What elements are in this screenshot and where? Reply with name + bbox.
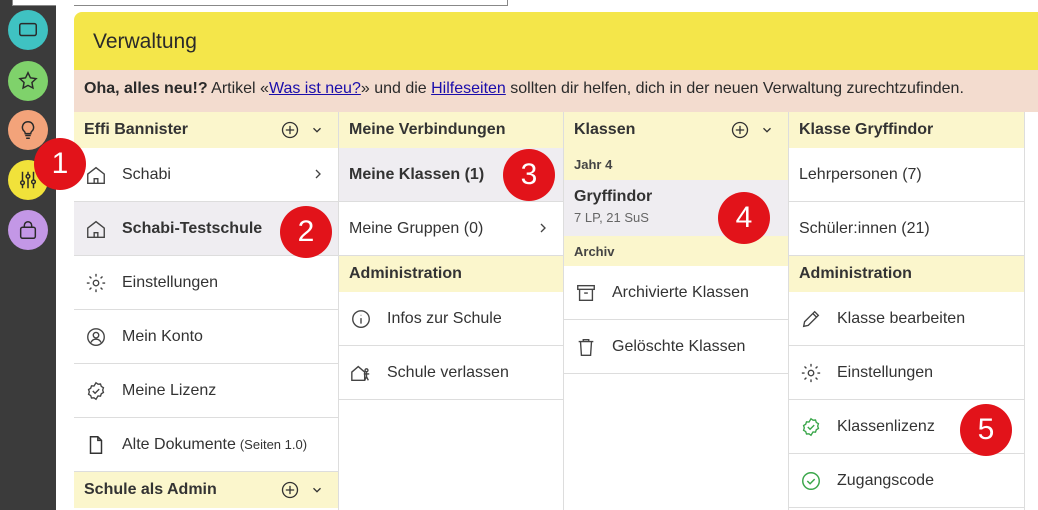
user-name: Effi Bannister xyxy=(84,121,189,138)
old-documents-label: Alte Dokumente xyxy=(122,435,236,453)
top-input-strip[interactable] xyxy=(12,0,508,6)
gap-strip xyxy=(56,0,74,510)
classes-header: Klassen xyxy=(564,112,788,148)
chevron-down-icon[interactable] xyxy=(760,123,774,137)
chevron-down-icon[interactable] xyxy=(310,483,324,497)
class-detail-header: Klasse Gryffindor xyxy=(789,112,1024,148)
my-account-label: Mein Konto xyxy=(122,327,203,345)
class-settings-label: Einstellungen xyxy=(837,363,934,381)
access-code-item[interactable]: Zugangscode xyxy=(789,454,1024,508)
leave-school-label: Schule verlassen xyxy=(387,363,509,381)
edit-class-item[interactable]: Klasse bearbeiten xyxy=(789,292,1024,346)
check-circle-icon xyxy=(802,471,820,490)
deleted-classes-item[interactable]: Gelöschte Klassen xyxy=(564,320,788,374)
chevron-right-icon xyxy=(315,169,321,179)
my-classes-label: Meine Klassen (1) xyxy=(349,165,485,183)
class-admin-title: Administration xyxy=(799,265,912,282)
school-item-label: Schabi-Testschule xyxy=(122,219,263,237)
badge-check-icon xyxy=(802,417,820,436)
notice-text-1: Artikel « xyxy=(207,80,269,97)
monitor-icon xyxy=(19,22,37,37)
plus-circle-icon[interactable] xyxy=(280,120,300,140)
archive-icon xyxy=(577,284,595,301)
edit-class-label: Klasse bearbeiten xyxy=(837,309,966,327)
school-info-label: Infos zur Schule xyxy=(387,309,502,327)
teachers-label: Lehrpersonen (7) xyxy=(799,165,922,183)
connections-title: Meine Verbindungen xyxy=(349,121,506,138)
connections-admin-title: Administration xyxy=(349,265,462,282)
old-documents-suffix: (Seiten 1.0) xyxy=(239,437,308,452)
callout-badge-3: 3 xyxy=(503,149,555,201)
star-icon xyxy=(18,71,38,90)
callout-badge-4: 4 xyxy=(718,192,770,244)
callout-badge-1: 1 xyxy=(34,138,86,190)
settings-item[interactable]: Einstellungen xyxy=(74,256,338,310)
notice-text-2: » und die xyxy=(360,80,432,97)
lightbulb-icon xyxy=(21,121,35,139)
plus-circle-icon[interactable] xyxy=(280,480,300,500)
page-title: Verwaltung xyxy=(93,30,197,53)
leave-school-item[interactable]: Schule verlassen xyxy=(339,346,563,400)
info-icon xyxy=(352,309,370,328)
year-group-header: Jahr 4 xyxy=(564,148,788,180)
classes-title: Klassen xyxy=(574,121,636,138)
page-header: Verwaltung xyxy=(74,12,1038,70)
students-label: Schüler:innen (21) xyxy=(799,219,930,237)
class-detail-title: Klasse Gryffindor xyxy=(799,121,934,138)
app-rail xyxy=(0,0,56,510)
notice-lead: Oha, alles neu!? xyxy=(84,80,208,97)
notice-banner: Oha, alles neu!? Artikel «Was ist neu?» … xyxy=(74,70,1038,112)
my-groups-label: Meine Gruppen (0) xyxy=(349,219,484,237)
school-item-schabi[interactable]: Schabi xyxy=(74,148,338,202)
chevron-down-icon[interactable] xyxy=(310,123,324,137)
user-column: Effi Bannister Schabi Schabi-Testschule … xyxy=(74,112,339,510)
class-admin-header: Administration xyxy=(789,256,1024,292)
admin-panel: Verwaltung Oha, alles neu!? Artikel «Was… xyxy=(74,12,1038,510)
class-license-label: Klassenlizenz xyxy=(837,417,935,435)
school-admin-header: Schule als Admin xyxy=(74,472,338,508)
trash-icon xyxy=(578,338,594,356)
old-documents-item[interactable]: Alte Dokumente (Seiten 1.0) xyxy=(74,418,338,472)
class-settings-item[interactable]: Einstellungen xyxy=(789,346,1024,400)
badge-check-icon xyxy=(87,381,105,400)
chevron-right-icon xyxy=(540,223,546,233)
my-license-label: Meine Lizenz xyxy=(122,381,217,399)
school-info-item[interactable]: Infos zur Schule xyxy=(339,292,563,346)
rail-bag-button[interactable] xyxy=(8,210,48,250)
house-icon xyxy=(87,166,105,184)
user-circle-icon xyxy=(87,327,105,346)
bag-icon xyxy=(19,221,37,239)
rail-monitor-button[interactable] xyxy=(8,10,48,50)
teachers-item[interactable]: Lehrpersonen (7) xyxy=(789,148,1024,202)
plus-circle-icon[interactable] xyxy=(730,120,750,140)
whats-new-link[interactable]: Was ist neu? xyxy=(269,80,361,97)
my-license-item[interactable]: Meine Lizenz xyxy=(74,364,338,418)
school-item-label: Schabi xyxy=(122,165,171,183)
my-groups-item[interactable]: Meine Gruppen (0) xyxy=(339,202,563,256)
pencil-icon xyxy=(802,310,820,327)
deleted-classes-label: Gelöschte Klassen xyxy=(612,337,746,355)
callout-badge-2: 2 xyxy=(280,206,332,258)
my-account-item[interactable]: Mein Konto xyxy=(74,310,338,364)
students-item[interactable]: Schüler:innen (21) xyxy=(789,202,1024,256)
connections-header: Meine Verbindungen xyxy=(339,112,563,148)
document-icon xyxy=(89,435,103,454)
user-column-header: Effi Bannister xyxy=(74,112,338,148)
callout-badge-5: 5 xyxy=(960,404,1012,456)
gear-icon xyxy=(86,273,106,292)
gear-icon xyxy=(801,363,821,382)
classes-column: Klassen Jahr 4 Gryffindor 7 LP, 21 SuS A… xyxy=(564,112,789,510)
settings-label: Einstellungen xyxy=(122,273,219,291)
house-exit-icon xyxy=(351,365,370,381)
access-code-label: Zugangscode xyxy=(837,471,934,489)
rail-star-button[interactable] xyxy=(8,61,48,101)
connections-admin-header: Administration xyxy=(339,256,563,292)
school-admin-title: Schule als Admin xyxy=(84,481,217,498)
help-pages-link[interactable]: Hilfeseiten xyxy=(431,80,506,97)
archived-classes-item[interactable]: Archivierte Klassen xyxy=(564,266,788,320)
house-icon xyxy=(87,220,105,238)
archived-classes-label: Archivierte Klassen xyxy=(612,283,749,301)
notice-text-3: sollten dir helfen, dich in der neuen Ve… xyxy=(505,80,964,97)
